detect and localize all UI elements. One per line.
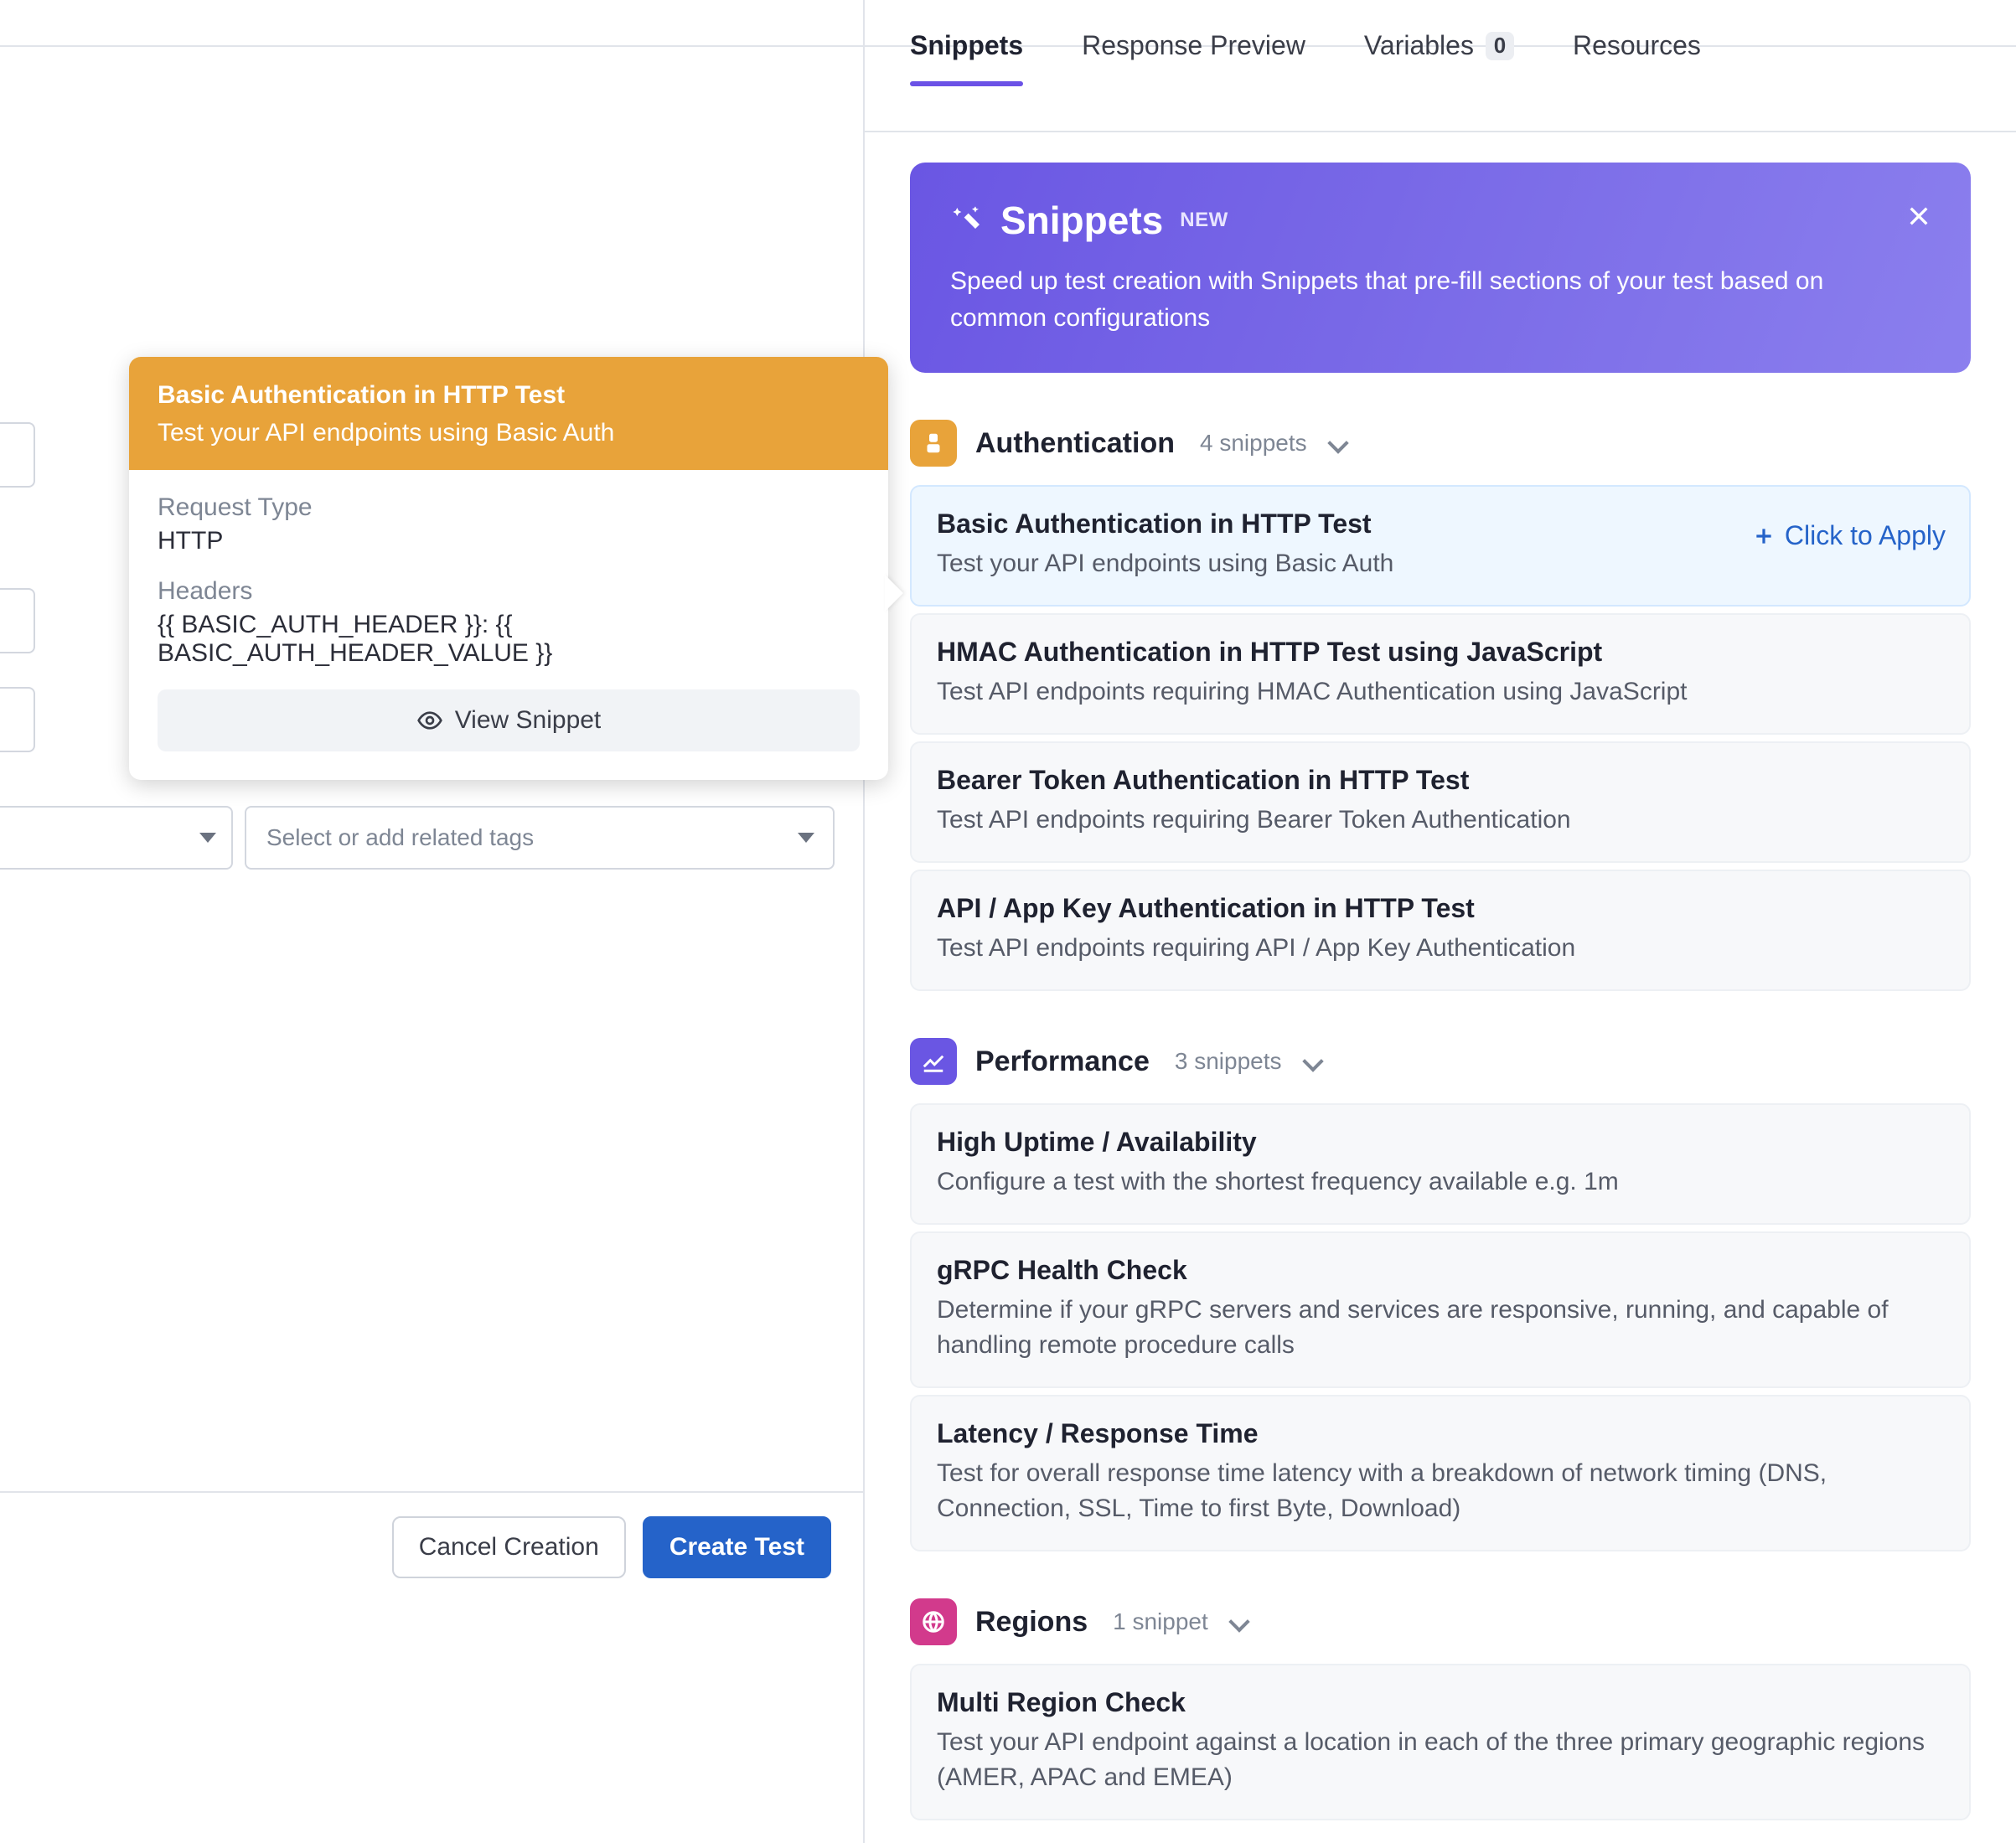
category-count: 1 snippet xyxy=(1113,1608,1208,1635)
headers-value: {{ BASIC_AUTH_HEADER }}: {{ BASIC_AUTH_H… xyxy=(158,611,860,668)
chevron-down-icon xyxy=(1228,1611,1249,1632)
snippet-desc: Test API endpoints requiring HMAC Authen… xyxy=(937,674,1944,710)
tab-resources[interactable]: Resources xyxy=(1573,30,1701,85)
snippet-desc: Configure a test with the shortest frequ… xyxy=(937,1164,1944,1200)
popover-subtitle: Test your API endpoints using Basic Auth xyxy=(158,416,860,451)
view-snippet-button[interactable]: View Snippet xyxy=(158,689,860,751)
cancel-button[interactable]: Cancel Creation xyxy=(392,1516,626,1578)
apply-label: Click to Apply xyxy=(1785,520,1946,551)
category-title: Authentication xyxy=(975,427,1175,460)
snippet-title: Multi Region Check xyxy=(937,1687,1944,1718)
category-header-auth[interactable]: Authentication 4 snippets xyxy=(910,420,1971,467)
category-icon xyxy=(910,420,957,467)
chevron-down-icon xyxy=(1327,432,1348,453)
variables-count-badge: 0 xyxy=(1486,32,1514,60)
tab-variables[interactable]: Variables 0 xyxy=(1364,30,1514,85)
tab-variables-label: Variables xyxy=(1364,30,1474,61)
form-field-stub[interactable] xyxy=(0,422,35,488)
panel-tabs: Snippets Response Preview Variables 0 Re… xyxy=(865,0,2016,132)
snippets-panel: Snippets Response Preview Variables 0 Re… xyxy=(865,0,2016,1843)
popover-header: Basic Authentication in HTTP Test Test y… xyxy=(129,357,888,470)
snippet-desc: Test API endpoints requiring Bearer Toke… xyxy=(937,803,1944,838)
create-test-button[interactable]: Create Test xyxy=(643,1516,831,1578)
snippet-card[interactable]: gRPC Health Check Determine if your gRPC … xyxy=(910,1231,1971,1388)
chevron-down-icon xyxy=(1302,1051,1323,1071)
snippet-desc: Test your API endpoint against a locatio… xyxy=(937,1725,1944,1795)
snippet-card[interactable]: API / App Key Authentication in HTTP Tes… xyxy=(910,870,1971,991)
snippet-title: Latency / Response Time xyxy=(937,1418,1944,1449)
form-field-stub[interactable] xyxy=(0,687,35,752)
snippet-desc: Test API endpoints requiring API / App K… xyxy=(937,931,1944,966)
snippet-desc: Test for overall response time latency w… xyxy=(937,1456,1944,1526)
tags-placeholder: Select or add related tags xyxy=(266,824,534,851)
popover-arrow xyxy=(885,575,903,612)
chevron-down-icon xyxy=(199,833,216,843)
snippet-card[interactable]: Multi Region Check Test your API endpoint… xyxy=(910,1664,1971,1820)
plus-icon xyxy=(1751,524,1776,549)
category-icon xyxy=(910,1038,957,1085)
close-icon[interactable] xyxy=(1900,198,1937,235)
tab-snippets[interactable]: Snippets xyxy=(910,30,1023,85)
form-field-stub[interactable] xyxy=(0,588,35,653)
new-badge: NEW xyxy=(1180,209,1228,232)
snippet-list-regions: Multi Region Check Test your API endpoint… xyxy=(910,1664,1971,1820)
request-type-value: HTTP xyxy=(158,527,860,555)
category-count: 3 snippets xyxy=(1175,1048,1282,1075)
category-header-perf[interactable]: Performance 3 snippets xyxy=(910,1038,1971,1085)
request-type-label: Request Type xyxy=(158,493,860,522)
category-title: Performance xyxy=(975,1045,1150,1078)
click-to-apply-button[interactable]: Click to Apply xyxy=(1751,520,1946,551)
category-title: Regions xyxy=(975,1606,1088,1639)
tab-response-preview[interactable]: Response Preview xyxy=(1082,30,1305,85)
priority-select[interactable] xyxy=(0,806,233,870)
magic-wand-icon xyxy=(950,204,984,237)
category-icon xyxy=(910,1598,957,1645)
snippet-title: API / App Key Authentication in HTTP Tes… xyxy=(937,893,1944,924)
snippets-banner: Snippets NEW Speed up test creation with… xyxy=(910,163,1971,373)
snippet-list-perf: High Uptime / Availability Configure a te… xyxy=(910,1103,1971,1551)
left-form-pane: Select or add related tags Cancel Creati… xyxy=(0,0,865,1843)
snippet-card[interactable]: High Uptime / Availability Configure a te… xyxy=(910,1103,1971,1225)
divider xyxy=(0,45,863,47)
banner-title: Snippets xyxy=(1000,198,1163,243)
snippet-card[interactable]: Bearer Token Authentication in HTTP Test… xyxy=(910,741,1971,863)
snippet-title: HMAC Authentication in HTTP Test using J… xyxy=(937,637,1944,668)
snippet-card[interactable]: Latency / Response Time Test for overall … xyxy=(910,1395,1971,1551)
view-snippet-label: View Snippet xyxy=(455,706,602,735)
eye-icon xyxy=(416,707,443,734)
headers-label: Headers xyxy=(158,577,860,606)
chevron-down-icon xyxy=(798,833,814,843)
snippet-title: Bearer Token Authentication in HTTP Test xyxy=(937,765,1944,796)
snippet-title: gRPC Health Check xyxy=(937,1255,1944,1286)
popover-body: Request Type HTTP Headers {{ BASIC_AUTH_… xyxy=(129,470,888,780)
snippet-desc: Test your API endpoints using Basic Auth xyxy=(937,546,1944,581)
snippet-desc: Determine if your gRPC servers and servi… xyxy=(937,1293,1944,1363)
category-count: 4 snippets xyxy=(1200,430,1307,457)
snippet-title: High Uptime / Availability xyxy=(937,1127,1944,1158)
popover-title: Basic Authentication in HTTP Test xyxy=(158,379,860,413)
snippet-list-auth: Basic Authentication in HTTP TestTest yo… xyxy=(910,485,1971,991)
tags-select[interactable]: Select or add related tags xyxy=(245,806,835,870)
snippet-card[interactable]: Basic Authentication in HTTP TestTest yo… xyxy=(910,485,1971,607)
snippet-preview-popover: Basic Authentication in HTTP Test Test y… xyxy=(129,357,888,780)
banner-text: Speed up test creation with Snippets tha… xyxy=(950,263,1922,336)
form-footer: Cancel Creation Create Test xyxy=(0,1491,865,1602)
snippet-card[interactable]: HMAC Authentication in HTTP Test using J… xyxy=(910,613,1971,735)
category-header-regions[interactable]: Regions 1 snippet xyxy=(910,1598,1971,1645)
